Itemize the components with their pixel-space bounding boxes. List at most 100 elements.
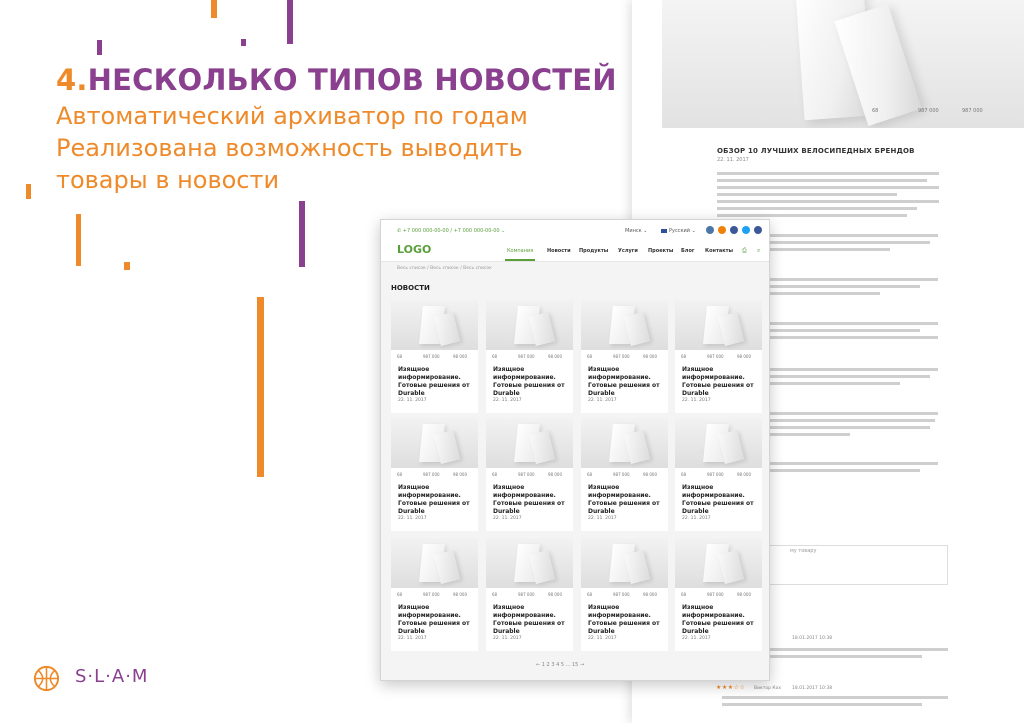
nav-item-company[interactable]: Компания xyxy=(507,248,533,254)
news-card[interactable]: 68 987 000 98 000 Изящное информирование. Г… xyxy=(675,300,762,413)
facebook-icon[interactable] xyxy=(730,226,738,234)
news-card-title[interactable]: Изящное информирование. Готовые решения … xyxy=(398,604,474,636)
views-count: 68 xyxy=(397,592,403,597)
news-card-image[interactable] xyxy=(581,418,668,468)
news-card-image[interactable] xyxy=(675,300,762,350)
article-date: 22. 11. 2017 xyxy=(717,157,749,163)
news-card-date: 22. 11. 2017 xyxy=(682,398,711,403)
likes-count: 98 000 xyxy=(453,354,467,359)
rating-count: 987 000 xyxy=(518,472,535,477)
decor-bar xyxy=(241,39,246,46)
rating-count: 987 000 xyxy=(423,354,440,359)
news-card-date: 22. 11. 2017 xyxy=(682,516,711,521)
news-card-image[interactable] xyxy=(391,418,478,468)
decor-bar xyxy=(257,297,264,477)
news-card-image[interactable] xyxy=(391,538,478,588)
city-label: Минск xyxy=(625,228,642,234)
likes-count: 98 000 xyxy=(737,354,751,359)
news-card-image[interactable] xyxy=(675,538,762,588)
section-title: НОВОСТИ xyxy=(391,284,430,292)
topbar: ✆ +7 000 000-00-00 / +7 000 000-00-00 ⌄ … xyxy=(381,220,769,242)
site-logo[interactable]: LOGO xyxy=(397,243,431,256)
nav-item-news[interactable]: Новости xyxy=(547,248,571,254)
news-card[interactable]: 68 987 000 98 000 Изящное информирование. Г… xyxy=(391,418,478,531)
news-card[interactable]: 68 987 000 98 000 Изящное информирование. Г… xyxy=(581,418,668,531)
decor-bar xyxy=(26,184,31,199)
news-card[interactable]: 68 987 000 98 000 Изящное информирование. Г… xyxy=(486,418,573,531)
views-count: 68 xyxy=(397,472,403,477)
language-select[interactable]: Русский ⌄ xyxy=(661,228,696,234)
nav-item-products[interactable]: Продукты xyxy=(579,248,608,254)
print-icon[interactable]: ⎙ xyxy=(742,247,747,255)
news-card-title[interactable]: Изящное информирование. Готовые решения … xyxy=(588,484,664,516)
headline: 4.НЕСКОЛЬКО ТИПОВ НОВОСТЕЙ xyxy=(56,63,617,97)
likes-count: 98 000 xyxy=(643,472,657,477)
decor-bar xyxy=(76,214,81,266)
views-count: 68 xyxy=(587,472,593,477)
decor-bar xyxy=(124,262,130,270)
likes-count: 98 000 xyxy=(548,592,562,597)
news-card-title[interactable]: Изящное информирование. Готовые решения … xyxy=(588,604,664,636)
rating-count: 987 000 xyxy=(423,472,440,477)
flag-icon xyxy=(661,228,667,233)
nav-item-projects[interactable]: Проекты xyxy=(648,248,673,254)
views-count: 68 xyxy=(681,354,687,359)
news-card-image[interactable] xyxy=(581,538,668,588)
news-card-title[interactable]: Изящное информирование. Готовые решения … xyxy=(682,604,758,636)
news-card-image[interactable] xyxy=(486,538,573,588)
news-card-title[interactable]: Изящное информирование. Готовые решения … xyxy=(398,484,474,516)
decor-bar xyxy=(97,40,102,55)
news-card[interactable]: 68 987 000 98 000 Изящное информирование. Г… xyxy=(391,300,478,413)
news-card[interactable]: 68 987 000 98 000 Изящное информирование. Г… xyxy=(391,538,478,651)
rating-count: 987 000 xyxy=(707,354,724,359)
site-mockup: ✆ +7 000 000-00-00 / +7 000 000-00-00 ⌄ … xyxy=(380,219,770,681)
rating-count: 987 000 xyxy=(707,592,724,597)
news-card-image[interactable] xyxy=(391,300,478,350)
likes-count: 98 000 xyxy=(737,592,751,597)
nav-item-blog[interactable]: Блог xyxy=(681,248,695,254)
twitter-icon[interactable] xyxy=(742,226,750,234)
news-card[interactable]: 68 987 000 98 000 Изящное информирование. Г… xyxy=(675,418,762,531)
site-header: LOGO Компания Новости Продукты Услуги Пр… xyxy=(381,242,769,262)
slam-logo-text: S·L·A·M xyxy=(75,666,149,687)
news-card-image[interactable] xyxy=(486,300,573,350)
pagination[interactable]: ← 1 2 3 4 5 ... 15 → xyxy=(536,662,584,668)
rating-count: 987 000 xyxy=(613,472,630,477)
news-card[interactable]: 68 987 000 98 000 Изящное информирование. Г… xyxy=(675,538,762,651)
likes-count: 98 000 xyxy=(548,472,562,477)
news-card-title[interactable]: Изящное информирование. Готовые решения … xyxy=(682,366,758,398)
news-card-date: 22. 11. 2017 xyxy=(398,398,427,403)
breadcrumb[interactable]: Весь список / Весь список / Весь список xyxy=(397,266,492,271)
nav-item-contacts[interactable]: Контакты xyxy=(705,248,733,254)
facebook-icon[interactable] xyxy=(754,226,762,234)
headline-number: 4. xyxy=(56,63,88,97)
rating-count: 987 000 xyxy=(613,592,630,597)
news-card-date: 22. 11. 2017 xyxy=(398,636,427,641)
views-count: 68 xyxy=(681,472,687,477)
news-card-title[interactable]: Изящное информирование. Готовые решения … xyxy=(398,366,474,398)
phone-numbers[interactable]: ✆ +7 000 000-00-00 / +7 000 000-00-00 ⌄ xyxy=(397,228,505,234)
news-card[interactable]: 68 987 000 98 000 Изящное информирование. Г… xyxy=(486,300,573,413)
news-card-title[interactable]: Изящное информирование. Готовые решения … xyxy=(682,484,758,516)
news-card-title[interactable]: Изящное информирование. Готовые решения … xyxy=(493,366,569,398)
nav-item-services[interactable]: Услуги xyxy=(618,248,638,254)
vk-icon[interactable] xyxy=(706,226,714,234)
views-count: 68 xyxy=(492,472,498,477)
news-card-image[interactable] xyxy=(581,300,668,350)
news-card-image[interactable] xyxy=(675,418,762,468)
views-count: 68 xyxy=(681,592,687,597)
news-card-image[interactable] xyxy=(486,418,573,468)
city-select[interactable]: Минск ⌄ xyxy=(625,228,647,234)
ok-icon[interactable] xyxy=(718,226,726,234)
news-card-title[interactable]: Изящное информирование. Готовые решения … xyxy=(493,484,569,516)
news-card[interactable]: 68 987 000 98 000 Изящное информирование. Г… xyxy=(581,538,668,651)
decor-bar xyxy=(211,0,217,18)
news-card-title[interactable]: Изящное информирование. Готовые решения … xyxy=(493,604,569,636)
views-count: 68 xyxy=(587,592,593,597)
news-card[interactable]: 68 987 000 98 000 Изящное информирование. Г… xyxy=(581,300,668,413)
search-icon[interactable]: ⌕ xyxy=(757,247,760,255)
hero-shares: 987 000 xyxy=(962,108,983,114)
news-card[interactable]: 68 987 000 98 000 Изящное информирование. Г… xyxy=(486,538,573,651)
news-card-title[interactable]: Изящное информирование. Готовые решения … xyxy=(588,366,664,398)
article-title: ОБЗОР 10 ЛУЧШИХ ВЕЛОСИПЕДНЫХ БРЕНДОВ xyxy=(717,147,915,155)
